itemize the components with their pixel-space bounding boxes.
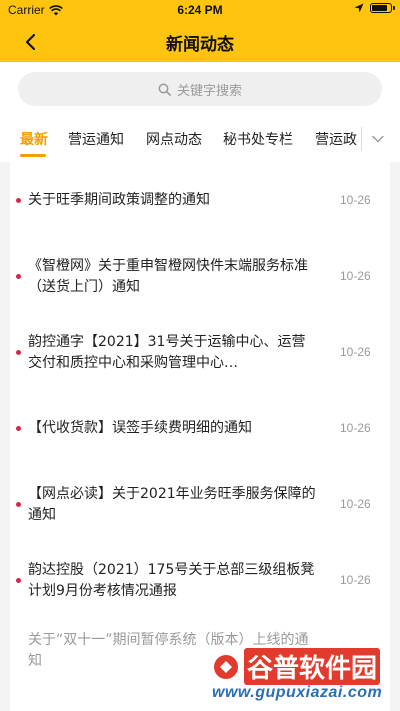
tab-outlet-news[interactable]: 网点动态 xyxy=(146,129,202,149)
page-title: 新闻动态 xyxy=(166,35,234,55)
unread-dot xyxy=(16,578,21,583)
tab-secretariat-column[interactable]: 秘书处专栏 xyxy=(223,129,293,149)
header-bar: Carrier 6:24 PM 新闻动态 xyxy=(0,0,400,62)
list-item[interactable]: 《智橙网》关于重申智橙网快件末端服务标准（送货上门）通知 10-26 xyxy=(10,238,390,314)
status-time: 6:24 PM xyxy=(177,3,223,17)
news-title: 【网点必读】关于2021年业务旺季服务保障的通知 xyxy=(28,486,316,523)
news-date: 10-26 xyxy=(340,497,371,511)
search-section: 关键字搜索 xyxy=(0,62,400,117)
tab-latest[interactable]: 最新 xyxy=(20,129,48,149)
tab-operation-policy[interactable]: 营运政 xyxy=(315,129,359,149)
battery-fill xyxy=(372,5,387,11)
more-tabs-button[interactable] xyxy=(366,129,390,149)
news-date: 10-26 xyxy=(340,269,371,283)
location-arrow-icon xyxy=(354,3,364,13)
unread-dot xyxy=(16,502,21,507)
status-bar: Carrier 6:24 PM xyxy=(0,0,400,20)
chevron-down-icon xyxy=(372,135,384,143)
news-date: 10-26 xyxy=(340,573,371,587)
list-item[interactable]: 韵控通字【2021】31号关于运输中心、运营交付和质控中心和采购管理中心… 10… xyxy=(10,314,390,390)
watermark-url: www.gupuxiazai.com xyxy=(212,684,383,701)
watermark-logo: 谷普软件园 xyxy=(212,648,381,685)
news-title: 韵达控股（2021）175号关于总部三级组板凳计划9月份考核情况通报 xyxy=(28,562,315,599)
unread-dot xyxy=(16,426,21,431)
news-title: 关于旺季期间政策调整的通知 xyxy=(28,192,210,208)
news-date: 10-26 xyxy=(340,421,371,435)
list-item[interactable]: 【网点必读】关于2021年业务旺季服务保障的通知 10-26 xyxy=(10,466,390,542)
watermark-logo-icon xyxy=(214,654,238,679)
list-item[interactable]: 【代收货款】误签手续费明细的通知 10-26 xyxy=(10,390,390,466)
unread-dot xyxy=(16,350,21,355)
battery-icon xyxy=(370,3,395,13)
list-item[interactable]: 关于旺季期间政策调整的通知 10-26 xyxy=(10,162,390,238)
status-right xyxy=(354,3,395,13)
tab-operation-notice[interactable]: 营运通知 xyxy=(68,129,124,149)
search-placeholder: 关键字搜索 xyxy=(176,83,242,99)
news-date: 10-26 xyxy=(340,193,371,207)
tab-divider xyxy=(361,127,362,151)
site-watermark: 谷普软件园 www.gupuxiazai.com xyxy=(212,648,397,706)
unread-dot xyxy=(16,198,21,203)
active-tab-indicator xyxy=(20,154,46,157)
nav-bar: 新闻动态 xyxy=(0,20,400,62)
news-date: 10-26 xyxy=(340,345,371,359)
news-list: 关于旺季期间政策调整的通知 10-26 《智橙网》关于重申智橙网快件末端服务标准… xyxy=(10,162,390,711)
watermark-brand: 谷普软件园 xyxy=(244,648,381,685)
news-title: 《智橙网》关于重申智橙网快件末端服务标准（送货上门）通知 xyxy=(28,258,308,295)
search-icon xyxy=(158,83,171,96)
news-title: 【代收货款】误签手续费明细的通知 xyxy=(28,420,252,436)
category-tabs: 最新 营运通知 网点动态 秘书处专栏 营运政 xyxy=(0,117,400,163)
news-list-area: 关于旺季期间政策调整的通知 10-26 《智橙网》关于重申智橙网快件末端服务标准… xyxy=(0,162,400,711)
list-item[interactable]: 韵达控股（2021）175号关于总部三级组板凳计划9月份考核情况通报 10-26 xyxy=(10,542,390,618)
search-input[interactable]: 关键字搜索 xyxy=(18,72,382,106)
unread-dot xyxy=(16,274,21,279)
news-title: 韵控通字【2021】31号关于运输中心、运营交付和质控中心和采购管理中心… xyxy=(28,334,306,371)
